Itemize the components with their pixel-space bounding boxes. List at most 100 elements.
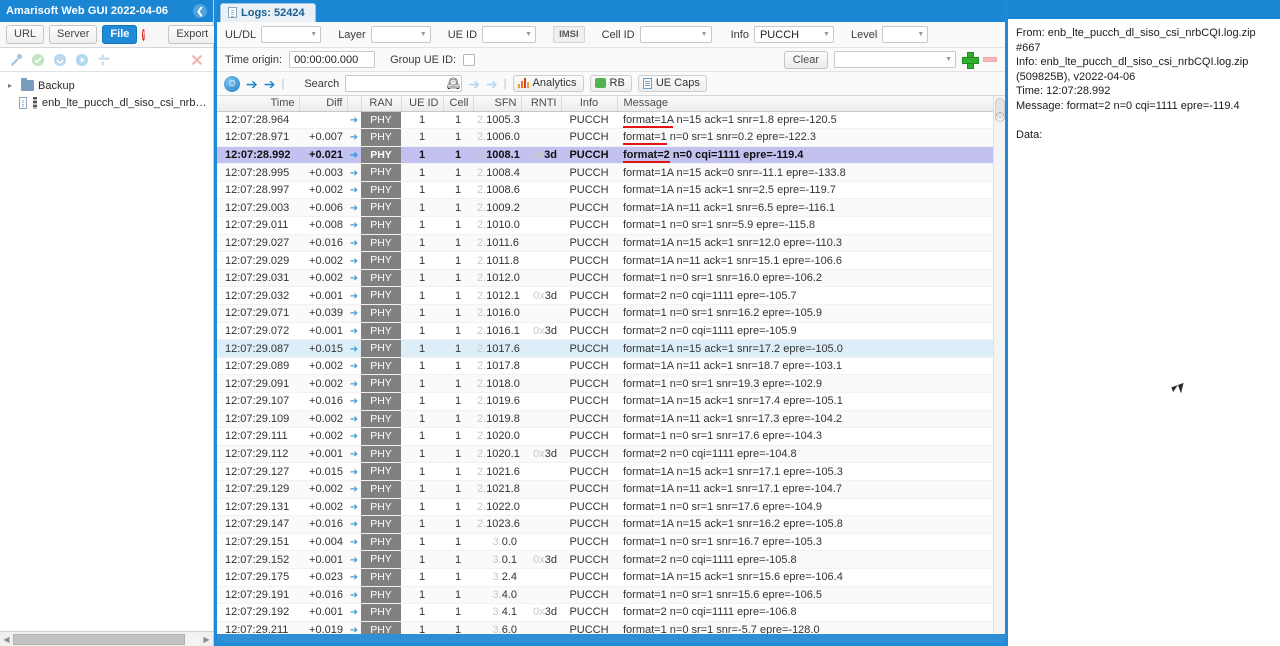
cellid-select[interactable]: ▼ [639, 26, 712, 43]
cell-ran: PHY [361, 550, 401, 569]
time-origin-input[interactable] [289, 51, 376, 68]
col-header-time[interactable]: Time [217, 96, 300, 112]
clear-button[interactable]: Clear [783, 50, 828, 69]
table-row[interactable]: 12:07:29.109 +0.002 ➜ PHY 1 1 2.1019.8 PUCCH for… [217, 410, 1005, 429]
table-row[interactable]: 12:07:28.992 +0.021 ➜ PHY 1 1 2.1008.1 0x3d PUCC… [217, 146, 1005, 165]
minus-icon[interactable] [983, 57, 997, 62]
table-row[interactable]: 12:07:29.192 +0.001 ➜ PHY 1 1 3.4.1 0x3d PUCCH fo… [217, 603, 1005, 622]
expand-triangle-icon[interactable]: ▸ [8, 81, 17, 90]
url-button[interactable]: URL [6, 25, 45, 44]
col-header-arrow[interactable] [347, 96, 362, 112]
server-button[interactable]: Server [49, 25, 98, 44]
table-row[interactable]: 12:07:29.152 +0.001 ➜ PHY 1 1 3.0.1 0x3d PUCCH fo… [217, 550, 1005, 569]
table-row[interactable]: 12:07:29.151 +0.004 ➜ PHY 1 1 3.0.0 PUCCH format… [217, 533, 1005, 552]
table-row[interactable]: 12:07:29.131 +0.002 ➜ PHY 1 1 2.1022.0 PUCCH for… [217, 498, 1005, 517]
close-x-icon[interactable] [190, 53, 204, 67]
scroll-left-arrow-icon[interactable]: ◀ [0, 635, 13, 644]
tree-item-backup[interactable]: ▸ Backup [0, 77, 213, 94]
table-vertical-scrollbar[interactable] [993, 96, 1005, 634]
arrow-left-icon[interactable]: ➔ [246, 77, 258, 91]
table-row[interactable]: 12:07:29.011 +0.008 ➜ PHY 1 1 2.1010.0 PUCCH for… [217, 216, 1005, 235]
cell-rnti [521, 621, 561, 634]
cell-message: format=1A n=15 ack=1 snr=1.8 epre=-120.5 [617, 111, 1005, 130]
search-input[interactable] [345, 75, 463, 92]
cell-cell: 1 [443, 181, 473, 200]
col-header-message[interactable]: Message [617, 96, 1005, 112]
table-row[interactable]: 12:07:29.087 +0.015 ➜ PHY 1 1 2.1017.6 PUCCH for… [217, 339, 1005, 358]
find-prev-icon[interactable]: ➔ [468, 77, 480, 91]
table-row[interactable]: 12:07:29.031 +0.002 ➜ PHY 1 1 2.1012.0 PUCCH for… [217, 269, 1005, 288]
table-horizontal-scrollbar[interactable] [217, 634, 1005, 643]
ue-caps-button[interactable]: UE Caps [637, 75, 707, 92]
info-select[interactable]: PUCCH ▼ [753, 26, 834, 43]
col-header-info[interactable]: Info [561, 96, 618, 112]
chevron-left-icon[interactable]: ❮ [193, 4, 207, 18]
ueid-select[interactable]: ▼ [482, 26, 537, 43]
level-select[interactable]: ▼ [882, 26, 929, 43]
clock-icon[interactable]: ⏲ [224, 75, 240, 92]
table-row[interactable]: 12:07:29.107 +0.016 ➜ PHY 1 1 2.1019.6 PUCCH for… [217, 392, 1005, 411]
table-row[interactable]: 12:07:28.971 +0.007 ➜ PHY 1 1 2.1006.0 PUCCH for… [217, 128, 1005, 147]
table-row[interactable]: 12:07:29.147 +0.016 ➜ PHY 1 1 2.1023.6 PUCCH for… [217, 515, 1005, 534]
preset-select[interactable]: ▼ [834, 51, 956, 68]
tree-item-logfile[interactable]: enb_lte_pucch_dl_siso_csi_nrbCQI.log.zi.… [0, 94, 213, 111]
cell-time: 12:07:29.211 [217, 621, 299, 634]
table-row[interactable]: 12:07:29.129 +0.002 ➜ PHY 1 1 2.1021.8 PUCCH for… [217, 480, 1005, 499]
file-button[interactable]: File [102, 25, 138, 44]
scroll-thumb[interactable] [13, 633, 186, 645]
col-header-diff[interactable]: Diff [299, 96, 348, 112]
play-circle-icon[interactable] [75, 53, 89, 67]
table-row[interactable]: 12:07:29.091 +0.002 ➜ PHY 1 1 2.1018.0 PUCCH for… [217, 374, 1005, 393]
table-row[interactable]: 12:07:29.112 +0.001 ➜ PHY 1 1 2.1020.1 0x3d PUCC… [217, 445, 1005, 464]
export-button[interactable]: Export [168, 25, 217, 44]
table-row[interactable]: 12:07:29.072 +0.001 ➜ PHY 1 1 2.1016.1 0x3d PUCC… [217, 322, 1005, 341]
table-row[interactable]: 12:07:29.111 +0.002 ➜ PHY 1 1 2.1020.0 PUCCH for… [217, 427, 1005, 446]
logs-table-head: Time Diff RAN UE ID Cell SFN RNTI Info M… [217, 96, 1005, 112]
cell-ueid: 1 [401, 357, 443, 376]
ran-badge: PHY [361, 269, 401, 286]
plus-icon[interactable] [962, 52, 979, 69]
table-row[interactable]: 12:07:29.211 +0.019 ➜ PHY 1 1 3.6.0 PUCCH format… [217, 621, 1005, 634]
imsi-button[interactable]: IMSI [553, 26, 585, 43]
check-circle-icon[interactable] [31, 53, 45, 67]
uldl-select[interactable]: ▼ [261, 26, 322, 43]
col-header-ueid[interactable]: UE ID [401, 96, 444, 112]
scroll-track[interactable] [13, 633, 200, 645]
scroll-right-arrow-icon[interactable]: ▶ [200, 635, 213, 644]
table-row[interactable]: 12:07:28.995 +0.003 ➜ PHY 1 1 2.1008.4 PUCCH for… [217, 163, 1005, 182]
table-row[interactable]: 12:07:29.003 +0.006 ➜ PHY 1 1 2.1009.2 PUCCH for… [217, 198, 1005, 218]
col-header-ran[interactable]: RAN [361, 96, 402, 112]
find-next-icon[interactable]: ➔ [486, 77, 498, 91]
logs-table-container[interactable]: Time Diff RAN UE ID Cell SFN RNTI Info M… [217, 96, 1005, 634]
wrench-icon[interactable] [9, 53, 23, 67]
group-ueid-checkbox[interactable] [463, 53, 476, 66]
cell-time: 12:07:29.191 [217, 586, 299, 605]
layer-select[interactable]: ▼ [370, 26, 431, 43]
arrow-right-icon[interactable]: ➔ [264, 77, 276, 91]
refresh-icon[interactable] [53, 53, 67, 67]
tab-label: Logs: 52424 [241, 6, 305, 19]
table-row[interactable]: 12:07:29.071 +0.039 ➜ PHY 1 1 2.1016.0 PUCCH for… [217, 304, 1005, 323]
table-row[interactable]: 12:07:29.175 +0.023 ➜ PHY 1 1 3.2.4 PUCCH format… [217, 568, 1005, 587]
table-row[interactable]: 12:07:29.029 +0.002 ➜ PHY 1 1 2.1011.8 PUCCH for… [217, 251, 1005, 270]
table-row[interactable]: 12:07:29.089 +0.002 ➜ PHY 1 1 2.1017.8 PUCCH for… [217, 357, 1005, 376]
add-icon[interactable] [97, 53, 111, 67]
col-header-cell[interactable]: Cell [443, 96, 474, 112]
col-header-sfn[interactable]: SFN [473, 96, 522, 112]
rb-button[interactable]: RB [589, 75, 632, 92]
col-header-rnti[interactable]: RNTI [521, 96, 562, 112]
arrow-right-icon: ➜ [349, 589, 359, 601]
table-row[interactable]: 12:07:29.191 +0.016 ➜ PHY 1 1 3.4.0 PUCCH format… [217, 586, 1005, 605]
table-row[interactable]: 12:07:29.127 +0.015 ➜ PHY 1 1 2.1021.6 PUCCH for… [217, 462, 1005, 481]
analytics-button[interactable]: Analytics [512, 75, 584, 92]
tab-logs[interactable]: Logs: 52424 [220, 3, 316, 22]
error-badge-icon[interactable]: ! [142, 28, 146, 41]
chevron-down-icon: ▼ [310, 31, 318, 38]
binoculars-icon[interactable]: 🕰 [446, 77, 460, 90]
cell-time: 12:07:29.011 [217, 216, 299, 235]
table-row[interactable]: 12:07:28.964 ➜ PHY 1 1 2.1005.3 PUCCH format=1A… [217, 111, 1005, 130]
table-row[interactable]: 12:07:29.032 +0.001 ➜ PHY 1 1 2.1012.1 0x3d PUCC… [217, 286, 1005, 306]
table-row[interactable]: 12:07:28.997 +0.002 ➜ PHY 1 1 2.1008.6 PUCCH for… [217, 181, 1005, 200]
table-row[interactable]: 12:07:29.027 +0.016 ➜ PHY 1 1 2.1011.6 PUCCH for… [217, 234, 1005, 253]
left-horizontal-scrollbar[interactable]: ◀ ▶ [0, 631, 213, 646]
